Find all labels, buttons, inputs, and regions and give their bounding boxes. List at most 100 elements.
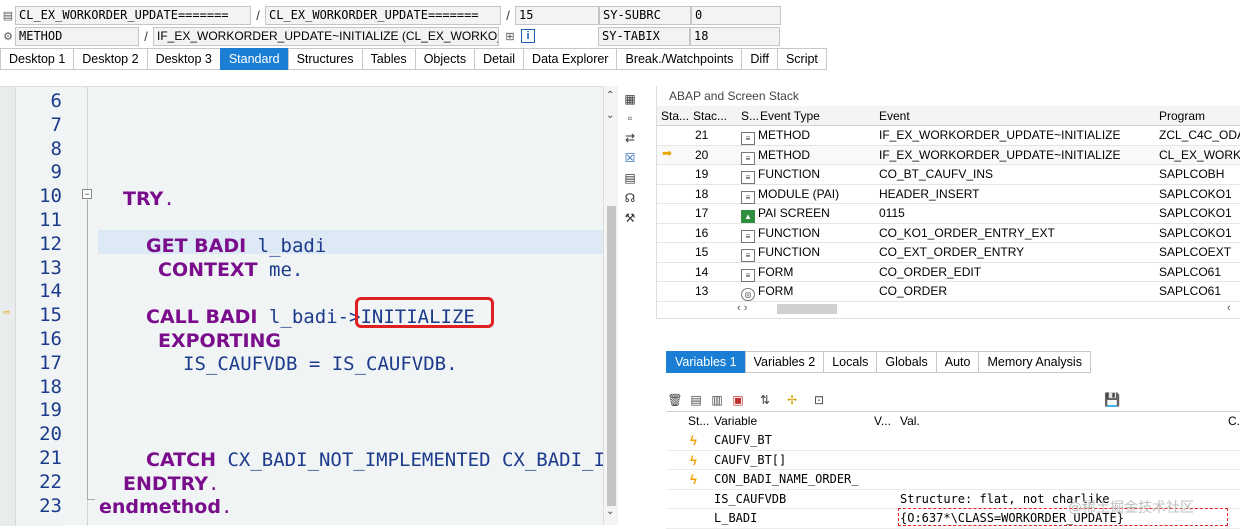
event-type: FUNCTION — [758, 167, 820, 181]
save-icon[interactable]: 💾 — [1104, 392, 1120, 408]
line-number: 6 — [50, 90, 62, 112]
watermark: @稀土掘金技术社区 — [1068, 500, 1194, 516]
swap-icon[interactable]: ⇄ — [622, 129, 638, 145]
stack-column-header[interactable]: Stac... — [693, 106, 727, 126]
stack-row[interactable]: 19 ≡ FUNCTION CO_BT_CAUFV_INS SAPLCOBH — [657, 165, 1240, 185]
tab-diff[interactable]: Diff — [741, 48, 777, 70]
tab-locals[interactable]: Locals — [823, 351, 877, 373]
include-field[interactable]: CL_EX_WORKORDER_UPDATE======= — [265, 5, 501, 25]
sysfield-value-1[interactable]: 0 — [691, 5, 781, 25]
editor-scrollbar[interactable]: ⌃ ⌄ ⌄ — [603, 86, 618, 525]
delete-icon[interactable]: 🗑 — [666, 391, 684, 409]
tab-data-explorer[interactable]: Data Explorer — [523, 48, 617, 70]
program-name: ZCL_C4C_ODA — [1159, 128, 1240, 142]
display-source-icon[interactable]: ⊞ — [503, 29, 517, 43]
tab-auto[interactable]: Auto — [935, 351, 979, 373]
fold-toggle-icon[interactable]: − — [82, 189, 92, 199]
code-line-13: CONTEXT me. — [158, 259, 304, 281]
detail-icon[interactable]: ▤ — [687, 391, 705, 409]
tab-desktop-2[interactable]: Desktop 2 — [73, 48, 147, 70]
scrollbar-thumb[interactable] — [607, 206, 616, 506]
sysfield-label-2[interactable]: SY-TABIX — [598, 26, 690, 46]
scroll-right-icon[interactable]: ‹ — [1227, 302, 1231, 314]
split-icon[interactable]: ▤ — [622, 169, 638, 185]
stack-row[interactable]: 15 ≡ FUNCTION CO_EXT_ORDER_ENTRY SAPLCOEXT — [657, 243, 1240, 263]
tab-desktop-3[interactable]: Desktop 3 — [146, 48, 220, 70]
variables-column-header[interactable]: C. — [1228, 412, 1240, 431]
variables-column-header[interactable]: V... — [874, 412, 891, 431]
event-type-field[interactable]: METHOD — [15, 26, 139, 46]
tab-standard[interactable]: Standard — [219, 48, 288, 70]
line-number: 8 — [50, 138, 62, 160]
stack-row[interactable]: 13 ◎ FORM CO_ORDER SAPLCO61 — [657, 282, 1240, 302]
breakpoint-gutter[interactable]: ⇨ — [0, 87, 16, 526]
variable-row[interactable]: ϟ CAUFV_BT[] — [666, 451, 1240, 470]
stack-column-header[interactable]: Program — [1159, 106, 1205, 126]
stack-column-header[interactable]: Event Type — [760, 106, 820, 126]
code-line-12: GET BADI l_badi — [146, 235, 327, 257]
variable-name[interactable]: CAUFV_BT[] — [714, 451, 870, 470]
info-icon[interactable]: i — [521, 29, 535, 43]
stack-column-header[interactable]: S... — [741, 106, 759, 126]
stack-row[interactable]: 21 ≡ METHOD IF_EX_WORKORDER_UPDATE~INITIALI… — [657, 126, 1240, 146]
separator: / — [144, 28, 148, 44]
scroll-up-icon[interactable]: ⌃ — [606, 90, 614, 101]
tab-variables-1[interactable]: Variables 1 — [666, 351, 745, 373]
line-number: 18 — [39, 376, 62, 398]
stack-row[interactable]: 14 ≡ FORM CO_ORDER_EDIT SAPLCO61 — [657, 263, 1240, 282]
layout-icon[interactable]: ▦ — [622, 90, 638, 106]
variable-name[interactable]: CAUFV_BT — [714, 431, 870, 450]
tab-break-watchpoints[interactable]: Break./Watchpoints — [616, 48, 742, 70]
tab-structures[interactable]: Structures — [287, 48, 362, 70]
scroll-left-icon[interactable]: ‹ › — [737, 302, 747, 316]
tab-globals[interactable]: Globals — [876, 351, 936, 373]
variable-row[interactable]: ϟ CAUFV_BT — [666, 431, 1240, 451]
screen-icon: ▲ — [741, 210, 755, 223]
stack-row[interactable]: ➡ 20 ≡ METHOD IF_EX_WORKORDER_UPDATE~INITIAL… — [657, 145, 1240, 165]
tab-tables[interactable]: Tables — [361, 48, 415, 70]
stack-row[interactable]: 16 ≡ FUNCTION CO_KO1_ORDER_ENTRY_EXT SAPLCOK… — [657, 224, 1240, 243]
sort-icon[interactable]: ⇅ — [756, 391, 774, 409]
user-icon[interactable]: ☊ — [622, 189, 638, 205]
current-position-arrow-icon: ➡ — [662, 145, 673, 160]
tab-detail[interactable]: Detail — [474, 48, 524, 70]
tab-desktop-1[interactable]: Desktop 1 — [0, 48, 74, 70]
stack-level: 13 — [695, 284, 709, 298]
scroll-down-end-icon[interactable]: ⌄ — [606, 506, 614, 517]
tab-variables-2[interactable]: Variables 2 — [744, 351, 824, 373]
line-field[interactable]: 15 — [515, 5, 599, 25]
sysfield-value-2[interactable]: 18 — [690, 26, 780, 46]
remove-icon[interactable]: ▣ — [729, 391, 747, 409]
tab-script[interactable]: Script — [776, 48, 827, 70]
variables-column-header[interactable]: Variable — [714, 412, 757, 431]
close-panel-icon[interactable]: ☒ — [622, 149, 638, 165]
variable-name[interactable]: L_BADI — [714, 509, 870, 528]
new-document-icon[interactable]: ▫ — [622, 109, 638, 125]
sysfield-label-1[interactable]: SY-SUBRC — [599, 5, 691, 25]
export-icon[interactable]: ⊡ — [810, 391, 828, 409]
variables-column-header[interactable]: St... — [688, 412, 709, 431]
source-icon: ≡ — [741, 190, 755, 204]
source-editor[interactable]: ⇨ 6 7 8 9 10 11 12 13 14 15 16 17 18 19 20 21 22 23 − TRY… — [0, 86, 605, 526]
stack-row[interactable]: 17 ▲ PAI SCREEN 0115 SAPLCOKO1 — [657, 204, 1240, 224]
variables-column-header[interactable]: Val. — [900, 412, 920, 431]
stack-row[interactable]: 18 ≡ MODULE (PAI) HEADER_INSERT SAPLCOKO1 — [657, 185, 1240, 204]
event-name: 0115 — [879, 206, 905, 220]
tree-icon[interactable]: ✢ — [783, 391, 801, 409]
detail-edit-icon[interactable]: ▥ — [708, 391, 726, 409]
variable-row[interactable]: ϟ CON_BADI_NAME_ORDER_ — [666, 470, 1240, 490]
variable-name[interactable]: CON_BADI_NAME_ORDER_ — [714, 470, 870, 489]
stack-column-header[interactable]: Sta... — [661, 106, 689, 126]
event-name: HEADER_INSERT — [879, 186, 980, 201]
program-field[interactable]: CL_EX_WORKORDER_UPDATE======= — [15, 5, 251, 25]
tab-memory-analysis[interactable]: Memory Analysis — [978, 351, 1091, 373]
event-type: FORM — [758, 264, 794, 279]
tab-objects[interactable]: Objects — [414, 48, 475, 70]
variable-name[interactable]: IS_CAUFVDB — [714, 490, 870, 509]
scroll-down-icon[interactable]: ⌄ — [606, 110, 614, 121]
event-field[interactable]: IF_EX_WORKORDER_UPDATE~INITIALIZE (CL_EX… — [153, 26, 499, 46]
program-name: CL_EX_WORKO — [1159, 147, 1240, 162]
horizontal-scrollbar-thumb[interactable] — [777, 304, 837, 314]
stack-column-header[interactable]: Event — [879, 106, 910, 126]
tools-icon[interactable]: ⚒ — [622, 209, 638, 225]
